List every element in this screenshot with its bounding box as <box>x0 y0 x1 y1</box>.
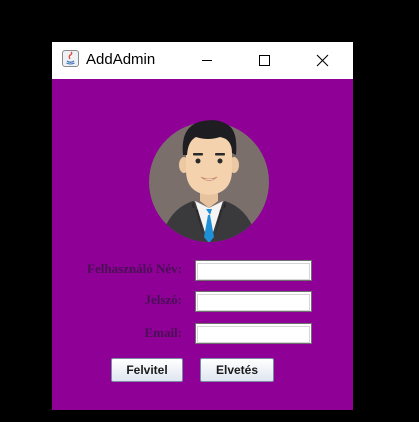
username-input[interactable] <box>197 262 310 280</box>
close-icon <box>316 54 329 67</box>
addadmin-window: AddAdmin Felhasználó Név: Jelszó: Email:… <box>52 42 353 410</box>
minimize-icon <box>202 60 212 61</box>
close-button[interactable] <box>300 42 346 79</box>
email-field[interactable] <box>195 323 312 344</box>
email-input[interactable] <box>197 325 310 343</box>
username-field[interactable] <box>195 260 312 281</box>
password-label: Jelszó: <box>144 292 182 307</box>
password-field[interactable] <box>195 291 312 312</box>
title-bar[interactable]: AddAdmin <box>52 42 353 79</box>
username-label: Felhasználó Név: <box>87 261 182 276</box>
email-label: Email: <box>144 325 182 340</box>
password-input[interactable] <box>197 293 310 311</box>
minimize-button[interactable] <box>184 42 230 79</box>
discard-button[interactable]: Elvetés <box>200 358 274 382</box>
content-pane: Felhasználó Név: Jelszó: Email: Felvitel… <box>52 79 353 410</box>
submit-button[interactable]: Felvitel <box>111 358 183 382</box>
businessman-avatar-icon <box>148 115 270 245</box>
maximize-button[interactable] <box>241 42 287 79</box>
java-app-icon <box>62 50 79 67</box>
maximize-icon <box>259 55 270 66</box>
window-title: AddAdmin <box>86 51 156 68</box>
